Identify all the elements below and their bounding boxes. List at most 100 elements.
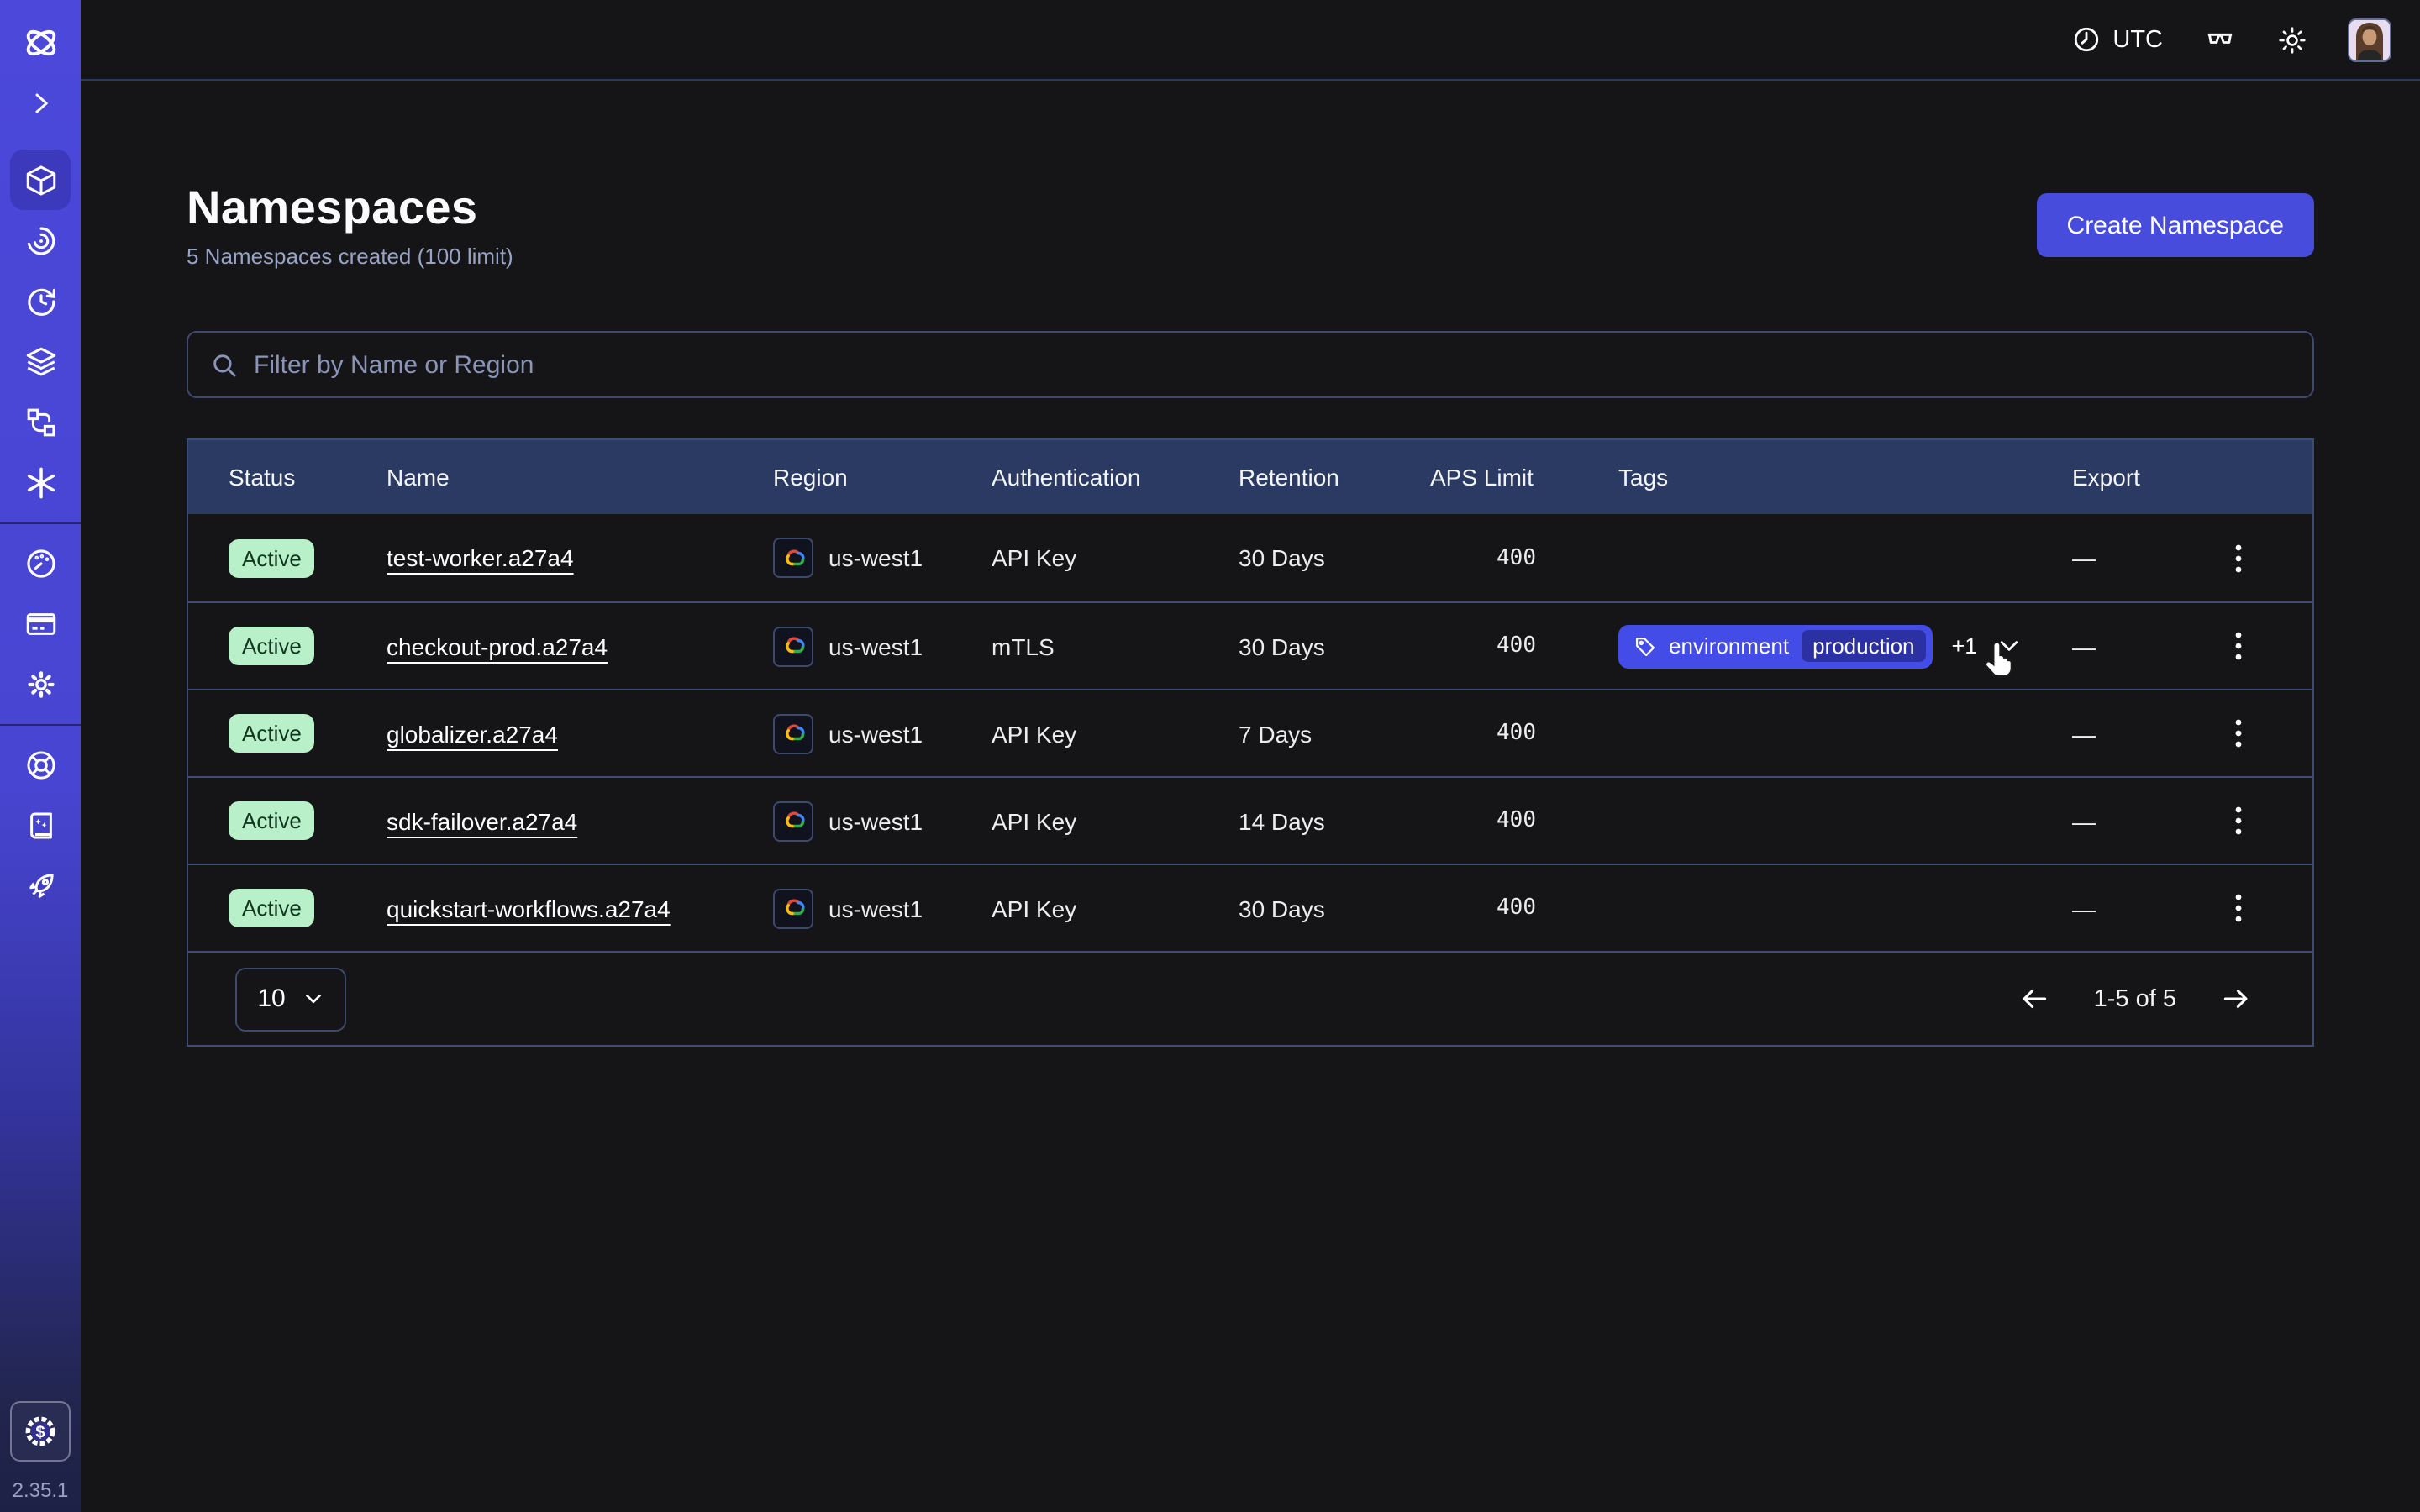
table-body: Active test-worker.a27a4 us-west1	[188, 514, 2312, 951]
column-tags: Tags	[1618, 464, 2072, 491]
export-value: —	[2072, 895, 2203, 921]
status-badge: Active	[229, 889, 315, 927]
namespace-link[interactable]: globalizer.a27a4	[387, 720, 558, 747]
region-label: us-west1	[829, 633, 923, 659]
credits-button[interactable]: $	[10, 1401, 71, 1462]
column-authentication: Authentication	[992, 464, 1239, 491]
gcp-logo-icon	[773, 538, 813, 578]
sidebar-item-get-started[interactable]	[10, 855, 71, 916]
sidebar-divider	[0, 724, 81, 726]
tags-cell: environment production +1	[1618, 624, 2072, 668]
status-badge: Active	[229, 714, 315, 753]
auth-label: API Key	[992, 544, 1239, 571]
sidebar-item-namespaces[interactable]	[10, 150, 71, 210]
page-size-value: 10	[257, 984, 285, 1013]
sidebar-item-nexus[interactable]	[10, 452, 71, 512]
sidebar: $ 2.35.1	[0, 0, 81, 1512]
table-row: Active globalizer.a27a4 us-west1	[188, 689, 2312, 776]
page-size-select[interactable]: 10	[235, 967, 346, 1031]
sidebar-item-workflows[interactable]	[10, 210, 71, 270]
export-value: —	[2072, 720, 2203, 747]
row-menu-button[interactable]	[2228, 800, 2248, 842]
sidebar-item-usage[interactable]	[10, 533, 71, 593]
main-content: Namespaces 5 Namespaces created (100 lim…	[81, 82, 2420, 1512]
column-name: Name	[387, 464, 773, 491]
next-page-button[interactable]	[2220, 983, 2252, 1015]
svg-text:$: $	[35, 1423, 45, 1441]
namespaces-table: Status Name Region Authentication Retent…	[187, 438, 2314, 1047]
sun-icon	[2277, 24, 2307, 55]
asterisk-icon	[23, 465, 58, 500]
temporal-logo-icon	[20, 22, 60, 62]
row-menu-button[interactable]	[2228, 625, 2248, 667]
column-aps-limit: APS Limit	[1430, 464, 1618, 491]
tag-value: production	[1801, 630, 1926, 662]
table-row: Active quickstart-workflows.a27a4 us-wes…	[188, 864, 2312, 951]
create-namespace-button[interactable]: Create Namespace	[2037, 193, 2314, 257]
timezone-selector[interactable]: UTC	[2072, 25, 2163, 54]
user-avatar[interactable]	[2348, 18, 2391, 61]
region-label: us-west1	[829, 807, 923, 834]
sidebar-expand-icon[interactable]	[20, 82, 60, 123]
tag-icon	[1634, 634, 1657, 658]
table-footer: 10 1-5 of 5	[188, 951, 2312, 1045]
retention-label: 30 Days	[1239, 544, 1430, 571]
namespace-link[interactable]: sdk-failover.a27a4	[387, 807, 577, 834]
top-bar: UTC	[81, 0, 2420, 81]
aps-limit-value: 400	[1430, 633, 1618, 659]
tag-key: environment	[1669, 633, 1789, 659]
aps-limit-value: 400	[1430, 808, 1618, 833]
previous-page-button[interactable]	[2018, 983, 2050, 1015]
sidebar-item-support[interactable]	[10, 734, 71, 795]
table-header-row: Status Name Region Authentication Retent…	[188, 440, 2312, 514]
region-label: us-west1	[829, 895, 923, 921]
retention-label: 7 Days	[1239, 720, 1430, 747]
lifebuoy-icon	[23, 747, 58, 782]
book-sparkles-icon	[23, 807, 58, 843]
version-label: 2.35.1	[13, 1478, 69, 1502]
gcp-logo-icon	[773, 888, 813, 928]
table-row: Active checkout-prod.a27a4 us-west1	[188, 601, 2312, 689]
page-subtitle: 5 Namespaces created (100 limit)	[187, 244, 513, 269]
sidebar-item-billing[interactable]	[10, 593, 71, 654]
sidebar-item-settings[interactable]	[10, 654, 71, 714]
status-badge: Active	[229, 801, 315, 840]
gauge-icon	[23, 545, 58, 580]
gcp-logo-icon	[773, 801, 813, 841]
app-root: $ 2.35.1 UTC	[0, 0, 2420, 1512]
page-title: Namespaces	[187, 181, 513, 235]
sidebar-item-schedules[interactable]	[10, 270, 71, 331]
export-value: —	[2072, 807, 2203, 834]
sidebar-item-deployments[interactable]	[10, 391, 71, 452]
row-menu-button[interactable]	[2228, 712, 2248, 754]
gear-icon	[23, 666, 58, 701]
readability-button[interactable]	[2203, 23, 2237, 56]
column-region: Region	[773, 464, 992, 491]
column-retention: Retention	[1239, 464, 1430, 491]
region-label: us-west1	[829, 720, 923, 747]
search-icon	[210, 350, 239, 379]
sidebar-item-docs[interactable]	[10, 795, 71, 855]
retention-label: 14 Days	[1239, 807, 1430, 834]
clock-retry-icon	[23, 283, 58, 318]
table-row: Active sdk-failover.a27a4 us-west1	[188, 776, 2312, 864]
dollar-seal-icon: $	[22, 1413, 59, 1450]
namespace-link[interactable]: checkout-prod.a27a4	[387, 633, 608, 659]
row-menu-button[interactable]	[2228, 887, 2248, 929]
namespace-link[interactable]: quickstart-workflows.a27a4	[387, 895, 671, 921]
namespace-link[interactable]: test-worker.a27a4	[387, 544, 574, 571]
chevron-down-icon	[302, 988, 324, 1010]
aps-limit-value: 400	[1430, 721, 1618, 746]
tags-expand-icon[interactable]	[1996, 633, 2021, 659]
auth-label: mTLS	[992, 633, 1239, 659]
cube-icon	[23, 162, 58, 197]
page-header: Namespaces 5 Namespaces created (100 lim…	[187, 181, 2314, 269]
row-menu-button[interactable]	[2228, 537, 2248, 579]
tag-chip[interactable]: environment production	[1618, 624, 1933, 668]
sidebar-item-batch-operations[interactable]	[10, 331, 71, 391]
theme-toggle-button[interactable]	[2277, 24, 2307, 55]
status-badge: Active	[229, 627, 315, 665]
sidebar-divider	[0, 522, 81, 524]
filter-input[interactable]	[254, 350, 2312, 379]
export-value: —	[2072, 633, 2203, 659]
